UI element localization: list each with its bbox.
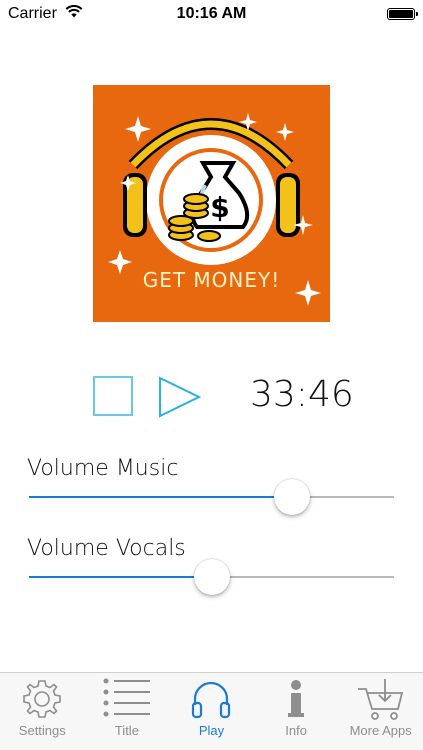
tab-label: More Apps <box>349 723 412 738</box>
status-time: 10:16 AM <box>176 5 247 22</box>
tab-label: Play <box>198 723 225 738</box>
battery-icon <box>387 8 418 20</box>
artwork-caption: GET MONEY! <box>142 268 281 292</box>
play-icon <box>159 376 202 418</box>
list-icon <box>102 677 152 721</box>
tab-label: Info <box>285 723 307 738</box>
cart-download-icon <box>356 677 406 721</box>
tab-settings[interactable]: Settings <box>0 673 85 750</box>
stop-button[interactable] <box>93 376 133 416</box>
status-bar: Carrier 10:16 AM <box>0 0 423 30</box>
tab-label: Title <box>114 723 139 738</box>
slider-thumb[interactable] <box>193 559 230 595</box>
tab-bar: Settings Title Play Info More Apps <box>0 672 423 750</box>
gear-icon <box>20 677 64 721</box>
volume-vocals-slider[interactable] <box>29 557 394 597</box>
tab-more-apps[interactable]: More Apps <box>338 673 423 750</box>
svg-text:$: $ <box>210 191 229 224</box>
tab-info[interactable]: Info <box>254 673 339 750</box>
tab-play[interactable]: Play <box>169 673 254 750</box>
slider-fill <box>29 576 212 578</box>
album-artwork: $ GET MONEY! <box>93 85 330 322</box>
volume-music-slider[interactable] <box>29 477 394 517</box>
info-icon <box>284 677 308 721</box>
play-button[interactable] <box>158 376 202 418</box>
playback-timer: 33:46 <box>250 374 354 415</box>
slider-fill <box>29 496 292 498</box>
tab-label: Settings <box>18 723 66 738</box>
tab-title[interactable]: Title <box>85 673 170 750</box>
headphones-icon <box>189 677 233 721</box>
slider-thumb[interactable] <box>273 479 310 515</box>
